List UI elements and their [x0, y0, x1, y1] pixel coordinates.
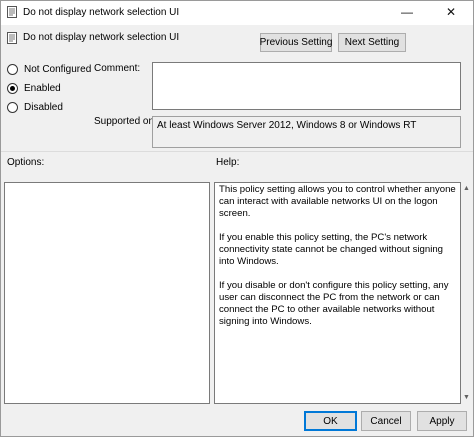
- title-bar[interactable]: Do not display network selection UI — ✕: [1, 1, 473, 25]
- radio-enabled[interactable]: Enabled: [7, 81, 61, 95]
- help-paragraph: If you enable this policy setting, the P…: [219, 232, 444, 267]
- window-title: Do not display network selection UI: [23, 7, 180, 18]
- minimize-button[interactable]: —: [389, 1, 425, 23]
- supported-on-label: Supported on:: [94, 116, 157, 127]
- help-panel[interactable]: This policy setting allows you to contro…: [214, 182, 461, 404]
- next-setting-button[interactable]: Next Setting: [338, 33, 406, 52]
- cancel-button[interactable]: Cancel: [361, 411, 411, 431]
- radio-not-configured[interactable]: Not Configured: [7, 62, 91, 76]
- policy-setting-icon: [7, 6, 17, 18]
- setting-name: Do not display network selection UI: [23, 32, 180, 43]
- options-panel: [4, 182, 210, 404]
- radio-label: Enabled: [24, 82, 61, 94]
- policy-dialog-window: Do not display network selection UI — ✕ …: [0, 0, 474, 437]
- radio-label: Not Configured: [24, 63, 92, 75]
- scroll-up-arrow-icon[interactable]: ▲: [462, 184, 471, 193]
- policy-setting-icon: [7, 32, 17, 44]
- comment-label: Comment:: [94, 63, 141, 74]
- radio-button[interactable]: [7, 63, 18, 75]
- radio-label: Disabled: [24, 101, 63, 113]
- options-label: Options:: [7, 157, 45, 168]
- help-paragraph: This policy setting allows you to contro…: [219, 184, 456, 219]
- close-button[interactable]: ✕: [433, 1, 469, 23]
- comment-textarea[interactable]: [152, 62, 461, 110]
- help-label: Help:: [216, 157, 240, 168]
- previous-setting-button[interactable]: Previous Setting: [260, 33, 332, 52]
- radio-button[interactable]: [7, 101, 18, 113]
- scroll-down-arrow-icon[interactable]: ▼: [462, 393, 471, 402]
- apply-button[interactable]: Apply: [417, 411, 467, 431]
- supported-on-value: At least Windows Server 2012, Windows 8 …: [152, 116, 461, 148]
- divider: [1, 151, 473, 152]
- radio-disabled[interactable]: Disabled: [7, 100, 63, 114]
- ok-button[interactable]: OK: [304, 411, 357, 431]
- radio-button[interactable]: [7, 82, 18, 94]
- help-paragraph: If you disable or don't configure this p…: [219, 280, 449, 327]
